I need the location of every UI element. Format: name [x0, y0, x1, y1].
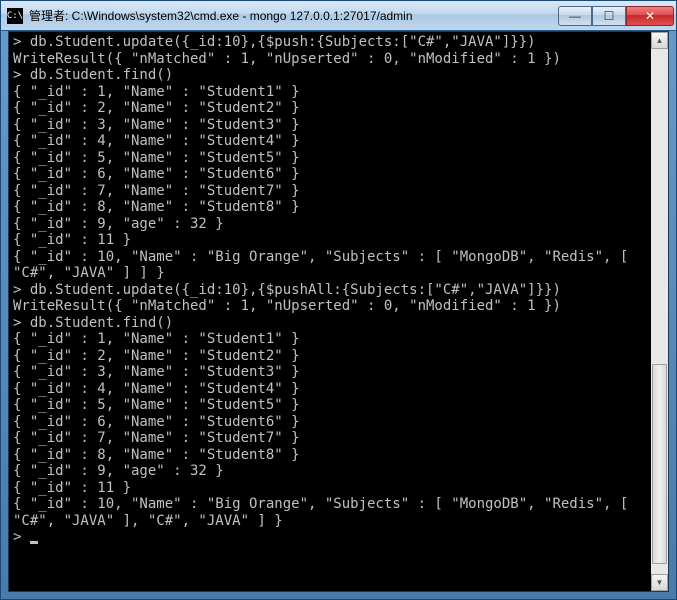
cmd-icon: C:\: [7, 8, 23, 24]
terminal-line: { "_id" : 6, "Name" : "Student6" }: [13, 414, 646, 431]
chevron-down-icon: ▼: [656, 578, 664, 587]
terminal-line: { "_id" : 8, "Name" : "Student8" }: [13, 199, 646, 216]
chevron-up-icon: ▲: [656, 36, 664, 45]
terminal-line: { "_id" : 5, "Name" : "Student5" }: [13, 150, 646, 167]
terminal-line: > db.Student.update({_id:10},{$push:{Sub…: [13, 34, 646, 51]
terminal-line: { "_id" : 4, "Name" : "Student4" }: [13, 381, 646, 398]
terminal-line: { "_id" : 8, "Name" : "Student8" }: [13, 447, 646, 464]
cmd-icon-label: C:\: [7, 11, 23, 21]
terminal-line: > db.Student.find(): [13, 315, 646, 332]
close-button[interactable]: ✕: [626, 6, 674, 26]
terminal-line: WriteResult({ "nMatched" : 1, "nUpserted…: [13, 298, 646, 315]
terminal-line: { "_id" : 2, "Name" : "Student2" }: [13, 100, 646, 117]
terminal-line: { "_id" : 9, "age" : 32 }: [13, 216, 646, 233]
maximize-button[interactable]: ☐: [592, 6, 626, 26]
terminal-line: >: [13, 529, 646, 546]
terminal-line: { "_id" : 4, "Name" : "Student4" }: [13, 133, 646, 150]
minimize-icon: —: [569, 9, 581, 23]
window-controls: — ☐ ✕: [558, 6, 674, 26]
scroll-up-button[interactable]: ▲: [651, 32, 668, 49]
window-title: 管理者: C:\Windows\system32\cmd.exe - mongo…: [29, 7, 558, 24]
scrollbar-track[interactable]: [651, 49, 668, 574]
terminal-line: { "_id" : 11 }: [13, 480, 646, 497]
terminal-line: > db.Student.find(): [13, 67, 646, 84]
terminal-line: { "_id" : 7, "Name" : "Student7" }: [13, 183, 646, 200]
terminal-line: { "_id" : 11 }: [13, 232, 646, 249]
terminal-line: { "_id" : 1, "Name" : "Student1" }: [13, 84, 646, 101]
scroll-down-button[interactable]: ▼: [651, 574, 668, 591]
terminal-line: { "_id" : 6, "Name" : "Student6" }: [13, 166, 646, 183]
terminal-line: { "_id" : 3, "Name" : "Student3" }: [13, 117, 646, 134]
terminal-line: { "_id" : 7, "Name" : "Student7" }: [13, 430, 646, 447]
terminal-line: { "_id" : 10, "Name" : "Big Orange", "Su…: [13, 496, 646, 529]
terminal-line: > db.Student.update({_id:10},{$pushAll:{…: [13, 282, 646, 299]
terminal-line: { "_id" : 5, "Name" : "Student5" }: [13, 397, 646, 414]
minimize-button[interactable]: —: [558, 6, 592, 26]
terminal-line: { "_id" : 1, "Name" : "Student1" }: [13, 331, 646, 348]
terminal-line: { "_id" : 10, "Name" : "Big Orange", "Su…: [13, 249, 646, 282]
scrollbar-thumb[interactable]: [652, 364, 667, 564]
vertical-scrollbar[interactable]: ▲ ▼: [651, 32, 668, 591]
cursor: [30, 541, 38, 544]
close-icon: ✕: [645, 9, 655, 23]
terminal-line: { "_id" : 9, "age" : 32 }: [13, 463, 646, 480]
terminal-output[interactable]: > db.Student.update({_id:10},{$push:{Sub…: [9, 32, 650, 591]
terminal-frame: > db.Student.update({_id:10},{$push:{Sub…: [8, 31, 669, 592]
maximize-icon: ☐: [604, 9, 615, 23]
terminal-line: WriteResult({ "nMatched" : 1, "nUpserted…: [13, 51, 646, 68]
terminal-line: { "_id" : 2, "Name" : "Student2" }: [13, 348, 646, 365]
cmd-window: C:\ 管理者: C:\Windows\system32\cmd.exe - m…: [0, 0, 677, 600]
terminal-line: { "_id" : 3, "Name" : "Student3" }: [13, 364, 646, 381]
titlebar[interactable]: C:\ 管理者: C:\Windows\system32\cmd.exe - m…: [1, 1, 676, 31]
